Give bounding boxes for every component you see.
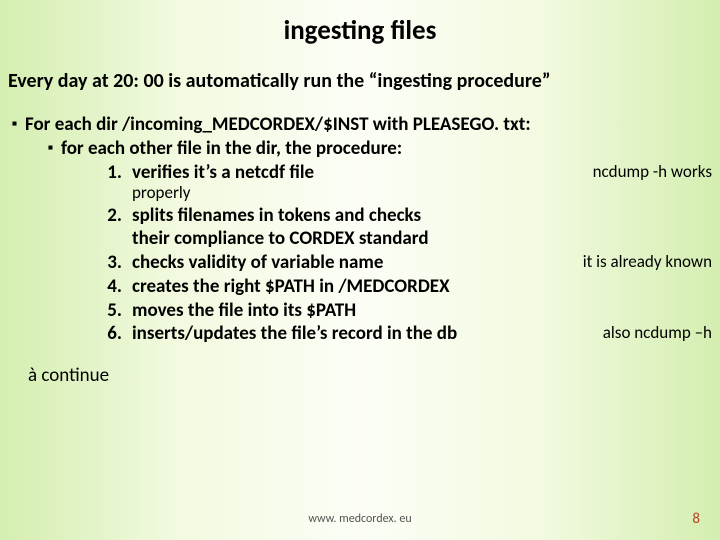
item-number: 6.	[96, 322, 122, 346]
slide-title: ingesting files	[8, 14, 712, 47]
item-text2: their compliance to CORDEX standard	[132, 227, 429, 250]
slide: ingesting files Every day at 20: 00 is a…	[0, 0, 720, 540]
bullet-level2: ▪ for each other file in the dir, the pro…	[48, 137, 712, 161]
bullet1-text: For each dir /incoming_MEDCORDEX/$INST w…	[25, 113, 531, 136]
footer-url: www. medcordex. eu	[0, 512, 720, 526]
list-item: 4. creates the right $PATH in /MEDCORDEX	[8, 275, 712, 299]
slide-content: ▪ For each dir /incoming_MEDCORDEX/$INST …	[8, 113, 712, 388]
list-item: 2. splits filenames in tokens and checks	[8, 204, 712, 228]
item-number: 1.	[96, 161, 122, 185]
bullet-icon: ▪	[48, 139, 53, 157]
item-note: ncdump -h works	[587, 161, 712, 182]
item-text: verifies it’s a netcdf file	[132, 161, 314, 184]
item-note: it is already known	[577, 251, 712, 272]
item-number: 3.	[96, 251, 122, 275]
continue-line: à continue	[28, 364, 712, 388]
list-item: 6. inserts/updates the file’s record in t…	[8, 322, 712, 346]
item-text: splits filenames in tokens and checks	[132, 204, 421, 227]
page-number: 8	[692, 510, 700, 528]
item-number: 2.	[96, 204, 122, 228]
item-text: creates the right $PATH in /MEDCORDEX	[132, 275, 450, 298]
item-text: checks validity of variable name	[132, 251, 383, 274]
item-note: also ncdump –h	[597, 322, 712, 343]
bullet-level1: ▪ For each dir /incoming_MEDCORDEX/$INST …	[12, 113, 712, 137]
bullet-icon: ▪	[12, 115, 17, 133]
slide-subtitle: Every day at 20: 00 is automatically run…	[8, 69, 712, 93]
item-number-blank	[96, 227, 122, 251]
list-item-line2: their compliance to CORDEX standard	[8, 227, 712, 251]
item-number: 4.	[96, 275, 122, 299]
list-item: 3. checks validity of variable name it is…	[8, 251, 712, 275]
item-note-continued: properly	[132, 182, 712, 203]
item-number: 5.	[96, 299, 122, 323]
item-text: moves the file into its $PATH	[132, 299, 356, 322]
list-item: 5. moves the file into its $PATH	[8, 299, 712, 323]
item-text: inserts/updates the file’s record in the…	[132, 322, 457, 345]
list-item: 1. verifies it’s a netcdf file ncdump -h …	[8, 161, 712, 185]
bullet2-text: for each other file in the dir, the proc…	[61, 137, 402, 160]
